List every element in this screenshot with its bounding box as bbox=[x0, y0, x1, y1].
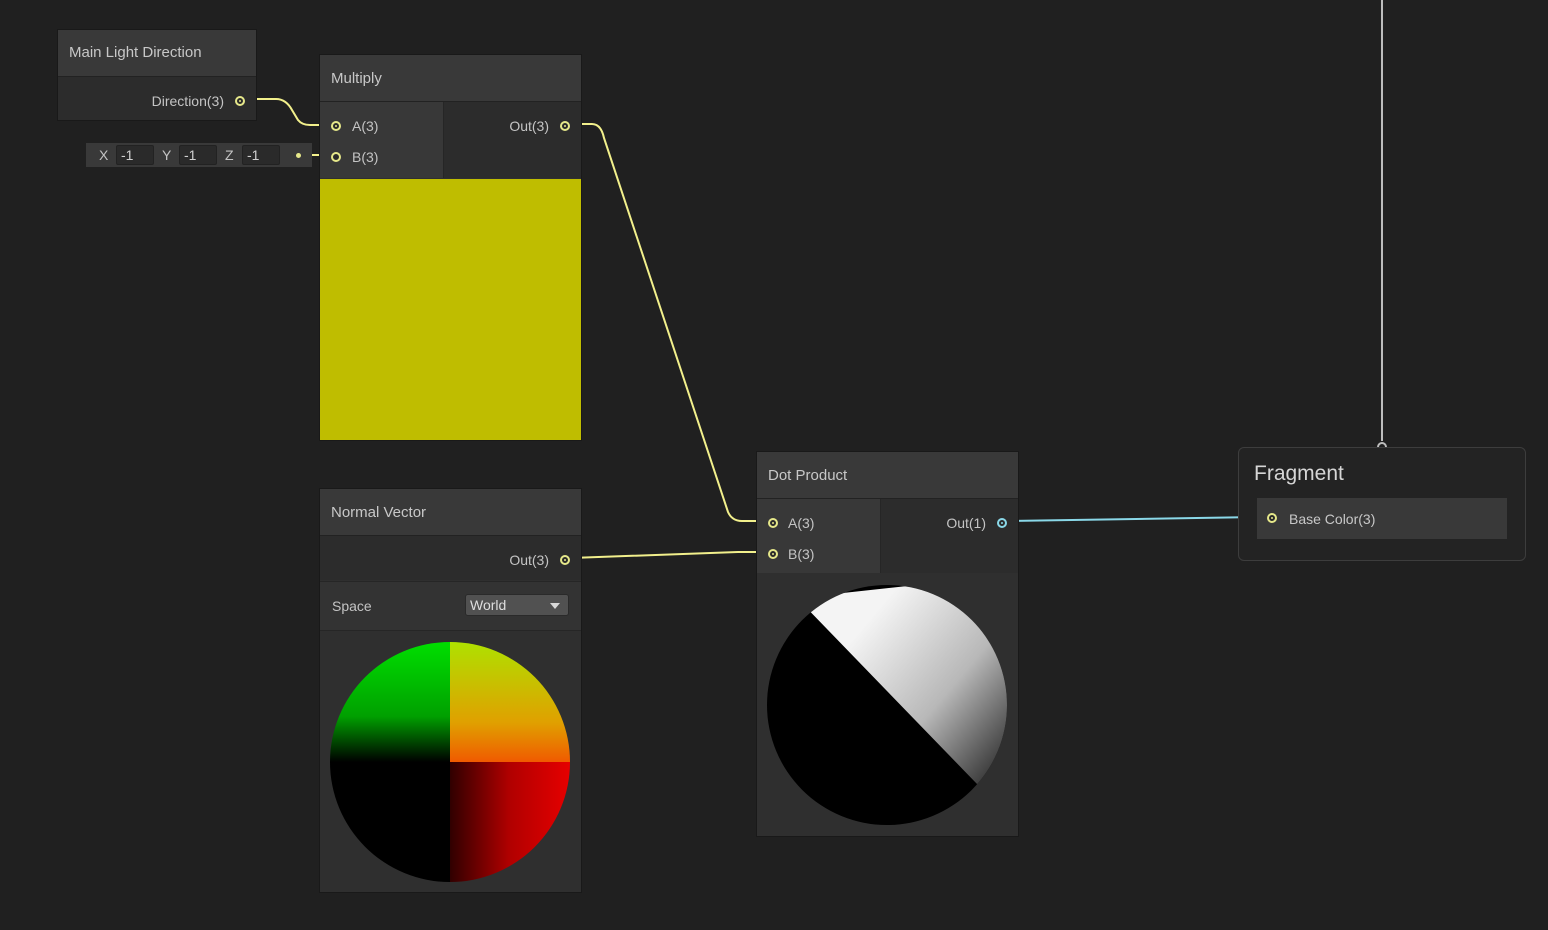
dot-product-title: Dot Product bbox=[768, 467, 848, 484]
normal-vector-ports: Out(3) bbox=[320, 536, 581, 580]
y-value-input[interactable]: -1 bbox=[179, 145, 217, 165]
multiply-title-bar[interactable]: Multiply bbox=[320, 55, 581, 102]
main-light-direction-title-bar[interactable]: Main Light Direction bbox=[58, 30, 256, 77]
multiply-output-label: Out(3) bbox=[509, 118, 549, 134]
multiply-title: Multiply bbox=[331, 70, 382, 87]
normal-vector-sphere-preview bbox=[330, 642, 570, 882]
direction-output-port[interactable]: Direction(3) bbox=[58, 91, 256, 111]
multiply-input-b-connector[interactable] bbox=[331, 152, 341, 162]
multiply-input-b-label: B(3) bbox=[352, 149, 379, 165]
dot-product-input-a-port[interactable]: A(3) bbox=[757, 513, 880, 533]
multiply-node[interactable]: Multiply A(3) B(3) Out(3) bbox=[320, 55, 581, 440]
z-value-input[interactable]: -1 bbox=[242, 145, 280, 165]
normal-vector-output-connector[interactable] bbox=[560, 555, 570, 565]
normal-vector-output-label: Out(3) bbox=[509, 552, 549, 568]
multiply-output-port[interactable]: Out(3) bbox=[444, 116, 581, 136]
main-light-direction-title: Main Light Direction bbox=[69, 44, 202, 61]
dot-product-preview bbox=[757, 574, 1018, 836]
fragment-block[interactable]: Fragment Base Color(3) bbox=[1238, 447, 1526, 561]
multiply-output-connector[interactable] bbox=[560, 121, 570, 131]
normal-vector-title: Normal Vector bbox=[331, 504, 427, 521]
multiply-input-b-port[interactable]: B(3) bbox=[320, 147, 443, 167]
main-light-direction-ports: Direction(3) bbox=[58, 77, 256, 120]
space-dropdown[interactable]: World bbox=[465, 594, 569, 616]
space-setting-row: Space World bbox=[320, 581, 581, 631]
x-axis-label: X bbox=[99, 147, 109, 163]
dot-product-output-label: Out(1) bbox=[946, 515, 986, 531]
normal-vector-node[interactable]: Normal Vector Out(3) Space World bbox=[320, 489, 581, 892]
main-light-direction-node[interactable]: Main Light Direction Direction(3) bbox=[58, 30, 256, 120]
multiply-input-a-port[interactable]: A(3) bbox=[320, 116, 443, 136]
normal-vector-output-port[interactable]: Out(3) bbox=[320, 550, 581, 570]
dot-product-input-b-connector[interactable] bbox=[768, 549, 778, 559]
multiply-input-a-label: A(3) bbox=[352, 118, 379, 134]
vector-field-connector-dot[interactable] bbox=[296, 153, 301, 158]
direction-output-label: Direction(3) bbox=[151, 93, 224, 109]
direction-output-connector[interactable] bbox=[235, 96, 245, 106]
wire-dot-out-to-base-color bbox=[1006, 516, 1259, 522]
y-axis-label: Y bbox=[162, 147, 172, 163]
wire-normal-out-to-dot-b bbox=[570, 551, 767, 559]
base-color-connector[interactable] bbox=[1267, 513, 1277, 523]
dot-product-node[interactable]: Dot Product A(3) B(3) Out(1) bbox=[757, 452, 1018, 836]
wire-multiply-out-to-dot-a bbox=[571, 123, 767, 522]
dot-product-title-bar[interactable]: Dot Product bbox=[757, 452, 1018, 499]
z-axis-label: Z bbox=[225, 147, 234, 163]
dot-product-input-b-label: B(3) bbox=[788, 546, 815, 562]
base-color-label: Base Color(3) bbox=[1289, 511, 1376, 527]
x-value-input[interactable]: -1 bbox=[116, 145, 154, 165]
dot-product-input-a-label: A(3) bbox=[788, 515, 815, 531]
fragment-title: Fragment bbox=[1254, 462, 1344, 485]
dot-product-ports: A(3) B(3) Out(1) bbox=[757, 499, 1018, 573]
chevron-down-icon bbox=[550, 603, 560, 609]
multiply-b-vector-field: X -1 Y -1 Z -1 bbox=[86, 143, 312, 167]
wire-direction-to-multiply-a bbox=[246, 98, 331, 126]
multiply-ports: A(3) B(3) Out(3) bbox=[320, 102, 581, 178]
dot-product-output-port[interactable]: Out(1) bbox=[881, 513, 1018, 533]
space-label: Space bbox=[332, 598, 372, 614]
dot-product-sphere-preview bbox=[767, 585, 1007, 825]
dot-product-output-connector[interactable] bbox=[997, 518, 1007, 528]
dot-product-input-b-port[interactable]: B(3) bbox=[757, 544, 880, 564]
multiply-input-a-connector[interactable] bbox=[331, 121, 341, 131]
normal-vector-preview bbox=[320, 631, 581, 892]
base-color-port[interactable]: Base Color(3) bbox=[1257, 498, 1507, 539]
normal-vector-title-bar[interactable]: Normal Vector bbox=[320, 489, 581, 536]
multiply-preview bbox=[320, 179, 581, 440]
dot-product-input-a-connector[interactable] bbox=[768, 518, 778, 528]
space-dropdown-value: World bbox=[470, 597, 507, 613]
